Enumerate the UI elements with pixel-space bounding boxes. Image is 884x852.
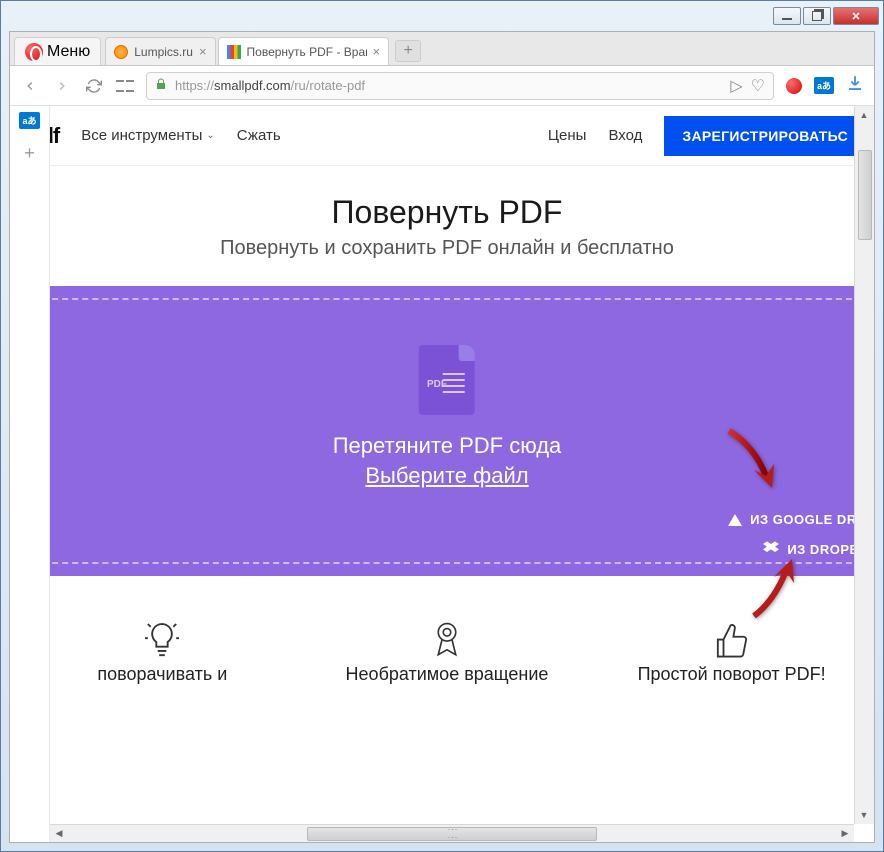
- google-drive-icon: [728, 514, 742, 526]
- opera-menu-button[interactable]: Меню: [14, 37, 101, 65]
- window-minimize-button[interactable]: [773, 7, 801, 25]
- bookmark-heart-icon[interactable]: ♡: [751, 76, 765, 96]
- opera-badge-icon[interactable]: [786, 78, 802, 94]
- page-content: pdf Все инструменты ⌄ Сжать Цены Вход ЗА…: [50, 106, 874, 842]
- tab-label: Повернуть PDF - Вращат: [247, 45, 367, 59]
- tab-lumpics[interactable]: Lumpics.ru ×: [105, 37, 215, 65]
- feature-simple: Простой поворот PDF!: [604, 618, 860, 685]
- window-close-button[interactable]: [833, 7, 879, 25]
- opera-menu-label: Меню: [47, 43, 90, 61]
- from-dropbox-button[interactable]: ИЗ DROPBO: [728, 541, 870, 558]
- lumpics-favicon-icon: [114, 45, 128, 59]
- browser-sidebar: aあ +: [10, 106, 50, 842]
- translate-badge-icon[interactable]: aあ: [814, 77, 834, 94]
- nav-pricing[interactable]: Цены: [548, 127, 587, 144]
- window-titlebar: [1, 1, 883, 31]
- scroll-thumb[interactable]: [858, 150, 872, 240]
- toolbar: https://smallpdf.com/ru/rotate-pdf ▷ ♡ a…: [10, 66, 874, 106]
- smallpdf-favicon-icon: [227, 45, 241, 59]
- feature-permanent: Необратимое вращение: [319, 618, 575, 685]
- register-button[interactable]: ЗАРЕГИСТРИРОВАТЬС: [664, 116, 866, 156]
- opera-logo-icon: [25, 43, 43, 61]
- nav-login[interactable]: Вход: [608, 127, 642, 144]
- url-text: https://smallpdf.com/ru/rotate-pdf: [175, 78, 722, 93]
- feature-title: Простой поворот PDF!: [604, 664, 860, 685]
- sidebar-translate-icon[interactable]: aあ: [19, 112, 39, 129]
- scroll-thumb[interactable]: [307, 827, 596, 841]
- drag-text: Перетяните PDF сюда: [333, 433, 562, 459]
- tab-label: Lumpics.ru: [134, 45, 193, 59]
- choose-file-link[interactable]: Выберите файл: [333, 463, 562, 489]
- vpn-arrow-icon[interactable]: ▷: [730, 76, 742, 96]
- feature-title: Необратимое вращение: [319, 664, 575, 685]
- address-bar[interactable]: https://smallpdf.com/ru/rotate-pdf ▷ ♡: [146, 72, 774, 100]
- pdf-file-icon: [419, 345, 475, 415]
- nav-compress[interactable]: Сжать: [237, 127, 281, 144]
- site-logo[interactable]: pdf: [50, 123, 59, 149]
- features-row: поворачивать и Необратимое вращение: [50, 576, 874, 695]
- from-google-drive-button[interactable]: ИЗ GOOGLE DRIV: [728, 512, 870, 527]
- site-header: pdf Все инструменты ⌄ Сжать Цены Вход ЗА…: [50, 106, 874, 166]
- nav-all-tools[interactable]: Все инструменты ⌄: [81, 127, 215, 144]
- vertical-scrollbar[interactable]: ▲ ▼: [854, 106, 874, 824]
- reload-button[interactable]: [84, 76, 104, 96]
- back-button[interactable]: [20, 76, 40, 96]
- medal-icon: [319, 618, 575, 664]
- forward-button[interactable]: [52, 76, 72, 96]
- chevron-down-icon: ⌄: [206, 130, 214, 141]
- tab-close-icon[interactable]: ×: [199, 44, 207, 59]
- new-tab-button[interactable]: +: [395, 40, 421, 62]
- page-title: Повернуть PDF: [50, 194, 864, 231]
- sidebar-add-button[interactable]: +: [24, 143, 35, 164]
- dropbox-icon: [763, 541, 779, 558]
- file-dropzone[interactable]: Перетяните PDF сюда Выберите файл ИЗ GOO…: [50, 286, 874, 576]
- lightbulb-icon: [50, 618, 290, 664]
- tab-rotate-pdf[interactable]: Повернуть PDF - Вращат ×: [218, 37, 390, 65]
- window-restore-button[interactable]: [803, 7, 831, 25]
- lock-icon: [155, 77, 167, 94]
- thumbs-up-icon: [604, 618, 860, 664]
- speed-dial-button[interactable]: [116, 77, 134, 95]
- horizontal-scrollbar[interactable]: ◀ ▶: [50, 824, 854, 842]
- page-subtitle: Повернуть и сохранить PDF онлайн и беспл…: [50, 237, 864, 260]
- download-button[interactable]: [846, 74, 864, 97]
- gdrive-label: ИЗ GOOGLE DRIV: [750, 512, 870, 527]
- tab-close-icon[interactable]: ×: [373, 44, 381, 59]
- feature-rotate: поворачивать и: [50, 618, 290, 685]
- tab-strip: Меню Lumpics.ru × Повернуть PDF - Вращат…: [10, 32, 874, 66]
- nav-label: Все инструменты: [81, 127, 202, 144]
- feature-title: поворачивать и: [50, 664, 290, 685]
